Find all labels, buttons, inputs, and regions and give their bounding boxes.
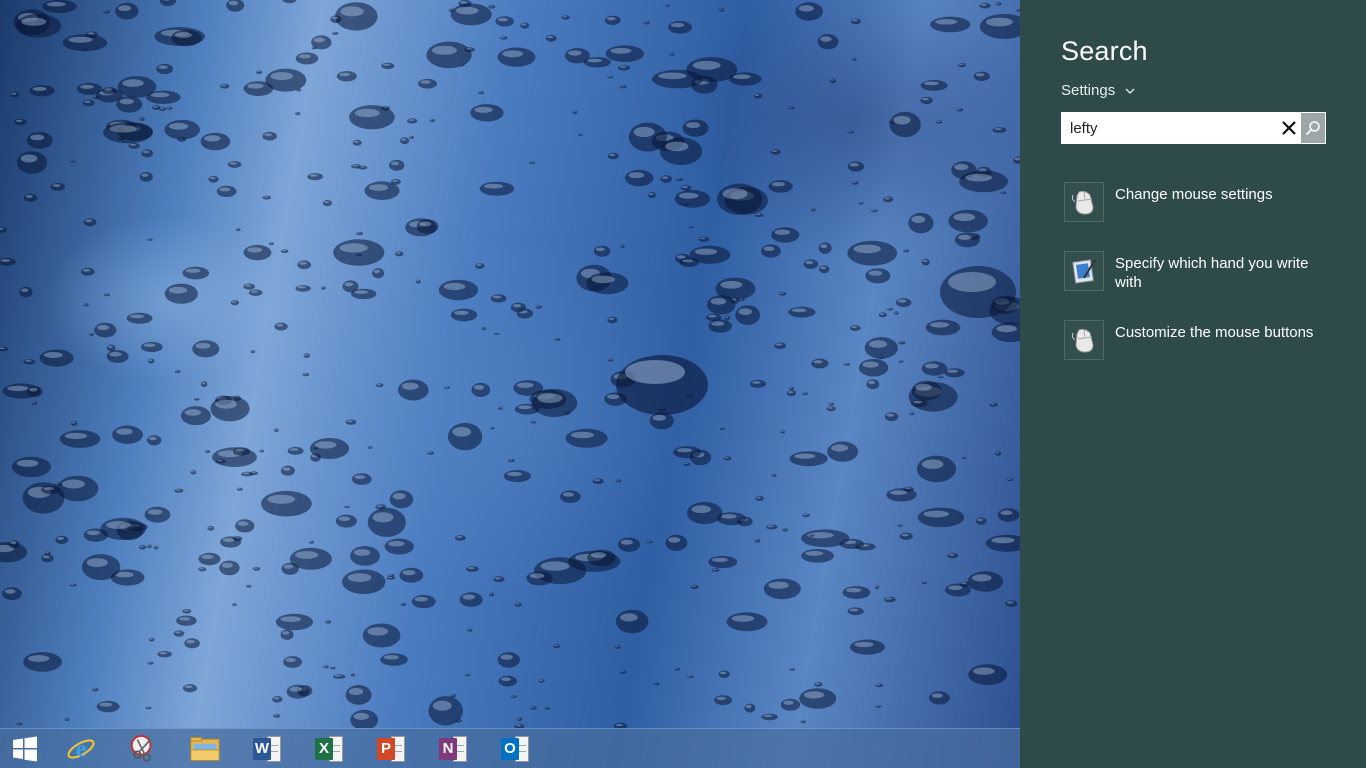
- taskbar-file-explorer[interactable]: [174, 729, 236, 768]
- outlook-icon: O: [501, 735, 529, 762]
- result-label: Customize the mouse buttons: [1115, 324, 1314, 341]
- taskbar-outlook[interactable]: O: [484, 729, 546, 768]
- search-icon: [1305, 121, 1320, 136]
- close-icon: [1282, 121, 1296, 135]
- search-scope-dropdown[interactable]: Settings: [1061, 82, 1135, 99]
- result-label: Change mouse settings: [1115, 186, 1273, 203]
- result-customize-mouse-buttons[interactable]: Customize the mouse buttons: [1064, 320, 1334, 360]
- taskbar-powerpoint[interactable]: P: [360, 729, 422, 768]
- taskbar-snipping-tool[interactable]: [112, 729, 174, 768]
- windows-logo-icon: [10, 734, 40, 764]
- internet-explorer-icon: e: [66, 734, 96, 764]
- chevron-down-icon: [1125, 88, 1135, 94]
- desktop-wallpaper: e W X P N O: [0, 0, 1020, 768]
- taskbar-onenote[interactable]: N: [422, 729, 484, 768]
- search-charm-pane: Search Settings lefty Change mouse setti…: [1020, 0, 1366, 768]
- result-label: Specify which hand you write with: [1115, 255, 1309, 291]
- taskbar-excel[interactable]: X: [298, 729, 360, 768]
- search-button[interactable]: [1301, 113, 1325, 143]
- clear-search-button[interactable]: [1277, 113, 1301, 143]
- word-icon: W: [253, 735, 281, 762]
- taskbar: e W X P N O: [0, 728, 1020, 768]
- taskbar-word[interactable]: W: [236, 729, 298, 768]
- search-box: [1061, 112, 1326, 144]
- folder-icon: [190, 734, 220, 764]
- svg-text:e: e: [76, 735, 87, 762]
- taskbar-internet-explorer[interactable]: e: [50, 729, 112, 768]
- mouse-icon: [1064, 320, 1104, 360]
- mouse-icon: [1064, 182, 1104, 222]
- result-specify-writing-hand[interactable]: Specify which hand you write with: [1064, 251, 1334, 292]
- water-drops-wallpaper: [0, 0, 1020, 728]
- onenote-icon: N: [439, 735, 467, 762]
- search-input[interactable]: [1062, 113, 1277, 143]
- search-scope-label: Settings: [1061, 82, 1116, 99]
- tablet-pen-icon: [1064, 251, 1104, 291]
- page-title: Search: [1061, 36, 1148, 66]
- start-button[interactable]: [0, 729, 50, 768]
- powerpoint-icon: P: [377, 735, 405, 762]
- excel-icon: X: [315, 735, 343, 762]
- snipping-tool-icon: [128, 734, 158, 764]
- result-change-mouse-settings[interactable]: Change mouse settings: [1064, 182, 1334, 222]
